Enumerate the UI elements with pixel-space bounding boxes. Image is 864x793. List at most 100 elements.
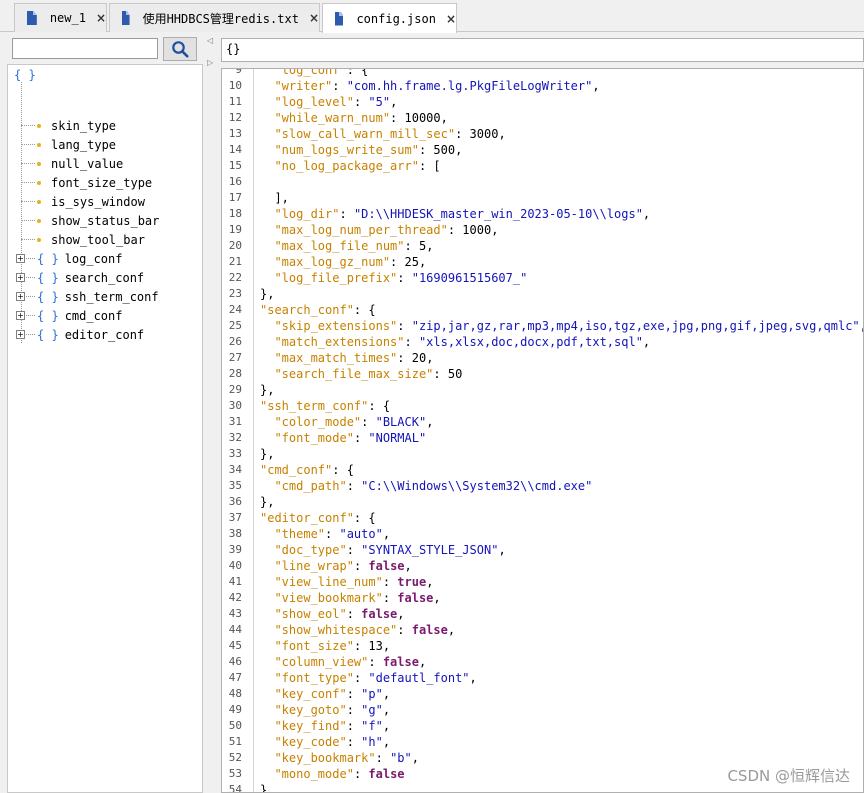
code-line[interactable]: 43 "show_eol": false, (222, 606, 863, 622)
code-line[interactable]: 25 "skip_extensions": "zip,jar,gz,rar,mp… (222, 318, 863, 334)
plus-expander-icon[interactable]: + (16, 311, 25, 320)
plus-expander-icon[interactable]: + (16, 292, 25, 301)
code-line[interactable]: 14 "num_logs_write_sum": 500, (222, 142, 863, 158)
code-line[interactable]: 22 "log_file_prefix": "1690961515607_" (222, 270, 863, 286)
code-line[interactable]: 40 "line_wrap": false, (222, 558, 863, 574)
tab-config-json[interactable]: config.json × (322, 3, 457, 33)
code-line[interactable]: 41 "view_line_num": true, (222, 574, 863, 590)
code-line[interactable]: 23}, (222, 286, 863, 302)
plus-expander-icon[interactable]: + (16, 330, 25, 339)
code-token: , (382, 719, 391, 733)
code-line[interactable]: 16 (222, 174, 863, 190)
code-token: , (592, 79, 600, 93)
code-line[interactable]: 24 "search_conf": { (222, 302, 863, 318)
tree-node-search-conf[interactable]: + { } search_conf (16, 268, 144, 287)
code-line[interactable]: 21 "max_log_gz_num": 25, (222, 254, 863, 270)
code-line[interactable]: 51 "key_code": "h", (222, 734, 863, 750)
code-line[interactable]: 44 "show_whitespace": false, (222, 622, 863, 638)
tree-leaf-font-size-type[interactable]: font_size_type (21, 173, 152, 192)
line-number: 11 (228, 95, 242, 108)
tree-node-ssh-term-conf[interactable]: + { } ssh_term_conf (16, 287, 159, 306)
code-line[interactable]: 13 "slow_call_warn_mill_sec": 3000, (222, 126, 863, 142)
code-line[interactable]: 27 "max_match_times": 20, (222, 350, 863, 366)
tree-root[interactable]: { } (14, 68, 36, 82)
code-line[interactable]: 30 "ssh_term_conf": { (222, 398, 863, 414)
code-line[interactable]: 9 "log_conf": { (222, 68, 863, 78)
code-line[interactable]: 45 "font_size": 13, (222, 638, 863, 654)
json-object-icon: { } (37, 327, 59, 342)
code-token: }, (260, 447, 275, 461)
code-line[interactable]: 47 "font_type": "defautl_font", (222, 670, 863, 686)
code-token: , (498, 127, 506, 141)
code-line[interactable]: 18 "log_dir": "D:\\HHDESK_master_win_202… (222, 206, 863, 222)
code-line[interactable]: 50 "key_find": "f", (222, 718, 863, 734)
code-token: "p" (361, 687, 383, 701)
code-text: "key_bookmark": "b", (260, 750, 419, 766)
line-number: 34 (228, 463, 242, 476)
code-line[interactable]: 11 "log_level": "5", (222, 94, 863, 110)
collapse-left-icon[interactable]: ◁ (207, 36, 213, 45)
code-line[interactable]: 37 "editor_conf": { (222, 510, 863, 526)
json-path-field[interactable]: {} (221, 38, 864, 62)
tree-leaf-null-value[interactable]: null_value (21, 154, 123, 173)
code-line[interactable]: 20 "max_log_file_num": 5, (222, 238, 863, 254)
code-line[interactable]: 26 "match_extensions": "xls,xlsx,doc,doc… (222, 334, 863, 350)
code-text: "key_goto": "g", (260, 702, 390, 718)
code-token: : (390, 111, 405, 125)
code-line[interactable]: 32 "font_mode": "NORMAL" (222, 430, 863, 446)
close-tab-icon[interactable]: × (309, 11, 319, 25)
code-text: "log_dir": "D:\\HHDESK_master_win_2023-0… (260, 206, 650, 222)
code-line[interactable]: 12 "while_warn_num": 10000, (222, 110, 863, 126)
code-line[interactable]: 36}, (222, 494, 863, 510)
plus-expander-icon[interactable]: + (16, 273, 25, 282)
tree-node-log-conf[interactable]: + { } log_conf (16, 249, 122, 268)
code-token: false (382, 655, 419, 669)
search-input[interactable] (12, 38, 158, 59)
code-line[interactable]: 39 "doc_type": "SYNTAX_STYLE_JSON", (222, 542, 863, 558)
code-line[interactable]: 29}, (222, 382, 863, 398)
tree-leaf-label: lang_type (51, 137, 117, 152)
code-text: "theme": "auto", (260, 526, 390, 542)
tree-leaf-label: is_sys_window (51, 194, 145, 209)
code-line[interactable]: 34 "cmd_conf": { (222, 462, 863, 478)
code-token: : (455, 127, 470, 141)
code-token: }, (260, 383, 275, 397)
tree-leaf-show-status-bar[interactable]: show_status_bar (21, 211, 159, 230)
code-line[interactable]: 15 "no_log_package_arr": [ (222, 158, 863, 174)
close-tab-icon[interactable]: × (96, 11, 106, 25)
tree-node-cmd-conf[interactable]: + { } cmd_conf (16, 306, 122, 325)
code-line[interactable]: 52 "key_bookmark": "b", (222, 750, 863, 766)
code-line[interactable]: 42 "view_bookmark": false, (222, 590, 863, 606)
code-token: "cmd_conf" (260, 463, 333, 477)
code-token: 50 (447, 367, 463, 381)
tree-leaf-lang-type[interactable]: lang_type (21, 135, 116, 154)
tree-leaf-show-tool-bar[interactable]: show_tool_bar (21, 230, 145, 249)
tab-redis-txt[interactable]: 使用HHDBCS管理redis.txt × (109, 3, 320, 32)
tab-new-1[interactable]: new_1 × (14, 3, 107, 32)
code-token: "ssh_term_conf" (260, 399, 369, 413)
tree-leaf-is-sys-window[interactable]: is_sys_window (21, 192, 145, 211)
code-line[interactable]: 48 "key_conf": "p", (222, 686, 863, 702)
code-line[interactable]: 33}, (222, 446, 863, 462)
code-line[interactable]: 28 "search_file_max_size": 50 (222, 366, 863, 382)
code-line[interactable]: 19 "max_log_num_per_thread": 1000, (222, 222, 863, 238)
code-line[interactable]: 49 "key_goto": "g", (222, 702, 863, 718)
panel-splitter[interactable]: ◁ ▷ (203, 33, 219, 793)
tree-node-editor-conf[interactable]: + { } editor_conf (16, 325, 144, 344)
code-line[interactable]: 35 "cmd_path": "C:\\Windows\\System32\\c… (222, 478, 863, 494)
code-line[interactable]: 31 "color_mode": "BLACK", (222, 414, 863, 430)
code-line[interactable]: 46 "column_view": false, (222, 654, 863, 670)
code-line[interactable]: 10 "writer": "com.hh.frame.lg.PkgFileLog… (222, 78, 863, 94)
code-token: , (860, 319, 863, 333)
close-tab-icon[interactable]: × (446, 12, 456, 26)
code-editor[interactable]: 9 "log_conf": {10 "writer": "com.hh.fram… (221, 68, 864, 793)
code-line[interactable]: 38 "theme": "auto", (222, 526, 863, 542)
plus-expander-icon[interactable]: + (16, 254, 25, 263)
search-button[interactable] (163, 37, 197, 61)
code-line[interactable]: 17 ], (222, 190, 863, 206)
code-token: : { (346, 68, 369, 77)
expand-right-icon[interactable]: ▷ (207, 58, 213, 67)
tree-leaf-skin-type[interactable]: skin_type (21, 116, 116, 135)
